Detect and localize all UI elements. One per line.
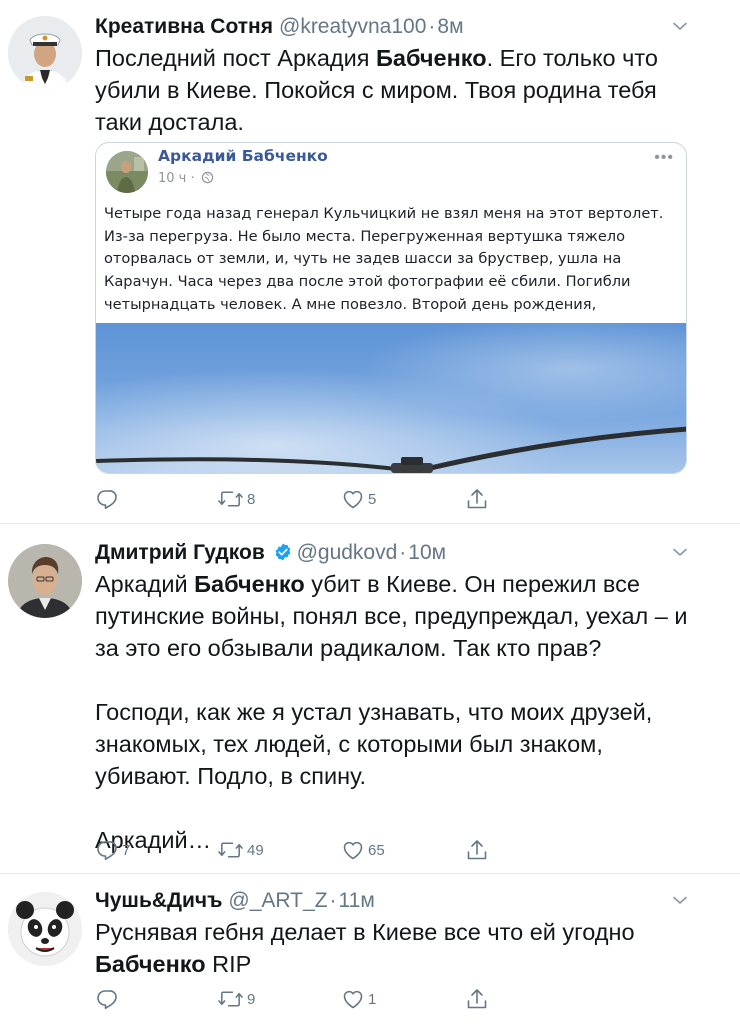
share-button[interactable] — [465, 484, 489, 514]
quoted-post-card[interactable]: Аркадий Бабченко 10 ч · ••• Четыре года … — [95, 142, 687, 474]
divider — [0, 523, 740, 524]
heart-icon — [341, 487, 365, 511]
chevron-down-icon[interactable] — [668, 540, 692, 564]
bold-mention: Бабченко — [376, 45, 487, 71]
retweet-icon — [217, 838, 244, 862]
user-name[interactable]: Креативна Сотня — [95, 15, 273, 38]
tweet[interactable]: Чушь&Дичъ @_ART_Z·11м Руснявая гебня дела… — [0, 888, 740, 1024]
share-icon — [465, 838, 489, 862]
like-button[interactable]: 65 — [341, 835, 385, 865]
share-button[interactable] — [465, 835, 489, 865]
tweet-header: Чушь&Дичъ @_ART_Z·11м — [95, 888, 375, 914]
tweet-actions: 9 1 — [95, 984, 595, 1014]
separator: · — [399, 541, 407, 564]
retweet-button[interactable]: 9 — [217, 984, 255, 1014]
tweet-text: Последний пост Аркадия Бабченко. Его тол… — [95, 45, 658, 135]
user-handle[interactable]: @kreatyvna100 — [279, 15, 426, 38]
avatar[interactable] — [8, 892, 82, 966]
user-handle[interactable]: @gudkovd — [297, 541, 398, 564]
quoted-text: Четыре года назад генерал Кульчицкий не … — [104, 205, 664, 336]
globe-icon — [201, 171, 213, 184]
tweet-text: Аркадий Бабченко убит в Киеве. Он пережи… — [95, 568, 695, 856]
quoted-time: 10 ч · — [158, 171, 214, 186]
user-name[interactable]: Дмитрий Гудков — [95, 541, 265, 564]
bold-mention: Бабченко — [194, 571, 305, 597]
like-button[interactable]: 1 — [341, 984, 376, 1014]
heart-icon — [341, 838, 365, 862]
like-button[interactable]: 5 — [341, 484, 376, 514]
tweet-actions: 8 5 — [95, 484, 595, 514]
timestamp[interactable]: 11м — [339, 889, 375, 912]
reply-button[interactable] — [95, 484, 122, 514]
retweet-button[interactable]: 8 — [217, 484, 255, 514]
share-button[interactable] — [465, 984, 489, 1014]
more-options-icon[interactable]: ••• — [654, 149, 674, 167]
paragraph: Аркадий Бабченко убит в Киеве. Он пережи… — [95, 571, 688, 661]
chevron-down-icon[interactable] — [668, 14, 692, 38]
retweet-icon — [217, 987, 244, 1011]
retweet-button[interactable]: 49 — [217, 835, 264, 865]
share-icon — [465, 987, 489, 1011]
quoted-avatar — [106, 151, 148, 193]
tweet-actions: 7 49 65 — [95, 835, 595, 865]
tweet-header: Креативна Сотня @kreatyvna100·8м — [95, 14, 464, 40]
reply-icon — [95, 487, 119, 511]
chevron-down-icon[interactable] — [668, 888, 692, 912]
user-handle[interactable]: @_ART_Z — [228, 889, 327, 912]
helicopter-photo[interactable] — [96, 323, 686, 473]
timestamp[interactable]: 8м — [437, 15, 463, 38]
avatar[interactable] — [8, 16, 82, 90]
divider — [0, 873, 740, 874]
tweet[interactable]: Дмитрий Гудков @gudkovd·10м Аркадий Бабч… — [0, 540, 740, 870]
heart-icon — [341, 987, 365, 1011]
reply-icon — [95, 987, 119, 1011]
timestamp[interactable]: 10м — [408, 541, 446, 564]
reply-button[interactable] — [95, 984, 122, 1014]
separator: · — [428, 15, 436, 38]
share-icon — [465, 487, 489, 511]
tweet-header: Дмитрий Гудков @gudkovd·10м — [95, 540, 446, 566]
tweet-text: Руснявая гебня делает в Киеве все что ей… — [95, 919, 635, 977]
reply-button[interactable]: 7 — [95, 835, 130, 865]
paragraph: Господи, как же я устал узнавать, что мо… — [95, 699, 653, 789]
tweet[interactable]: Креативна Сотня @kreatyvna100·8м Последни… — [0, 14, 740, 519]
bold-mention: Бабченко — [95, 951, 206, 977]
separator: · — [329, 889, 337, 912]
quoted-author[interactable]: Аркадий Бабченко — [158, 147, 328, 165]
user-name[interactable]: Чушь&Дичъ — [95, 889, 222, 912]
verified-badge-icon — [275, 543, 290, 561]
retweet-icon — [217, 487, 244, 511]
reply-icon — [95, 838, 119, 862]
avatar[interactable] — [8, 544, 82, 618]
